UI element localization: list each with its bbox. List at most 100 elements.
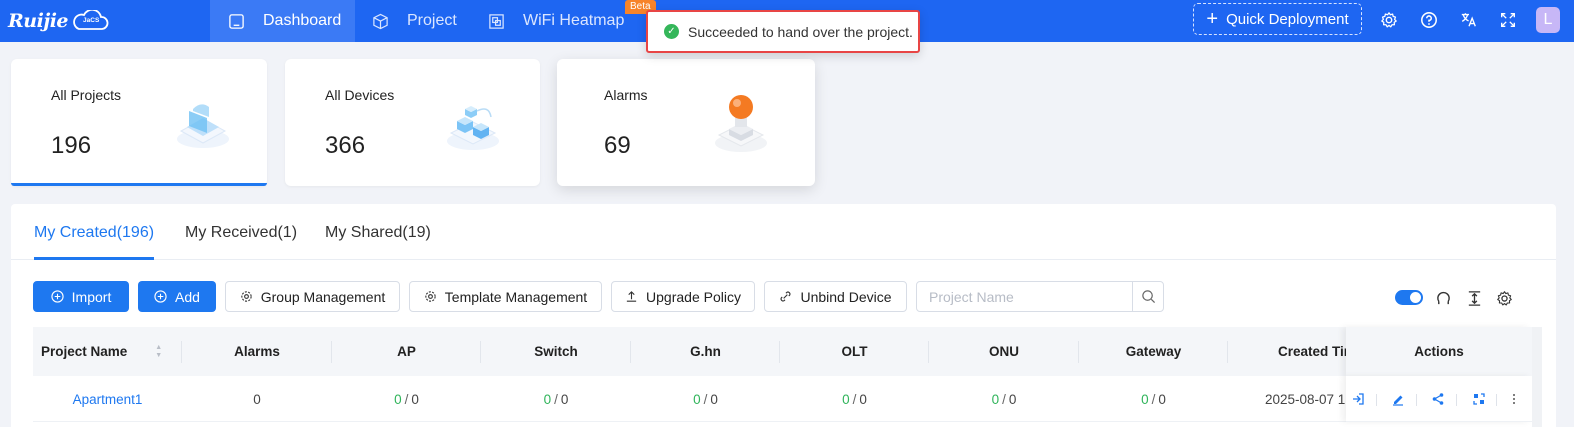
heatmap-icon (487, 12, 505, 30)
stat-card-all-devices[interactable]: All Devices 366 (285, 59, 540, 186)
nav-project-label: Project (407, 12, 457, 29)
language-icon[interactable] (1458, 9, 1480, 31)
table-header: Project Name ▲ ▼ Alarms AP Switch G.hn OL… (33, 327, 1532, 376)
ruijie-logo[interactable]: Ruijie JaCS (8, 6, 109, 36)
toast-message: Succeeded to hand over the project. (688, 23, 913, 40)
tab-my-shared[interactable]: My Shared(19) (325, 224, 431, 242)
stat-card-alarms[interactable]: Alarms 69 (557, 59, 815, 186)
stat-value: 196 (51, 132, 92, 159)
alarm-illustration-icon (705, 87, 779, 161)
upgrade-policy-button[interactable]: Upgrade Policy (611, 281, 755, 312)
add-label: Add (175, 288, 200, 305)
logo-text: Ruijie (8, 10, 69, 32)
unbind-device-button[interactable]: Unbind Device (764, 281, 907, 312)
gateway-online-count: 0 (1141, 391, 1149, 407)
dashboard-icon (227, 12, 245, 30)
stat-card-all-projects[interactable]: All Projects 196 (11, 59, 267, 186)
cube-icon (371, 12, 389, 30)
gear-icon (240, 290, 253, 303)
cell-onu: 0/0 (991, 391, 1017, 407)
plus-circle-icon (51, 290, 64, 303)
column-height-icon[interactable] (1464, 288, 1484, 308)
tab-my-received[interactable]: My Received(1) (185, 224, 297, 242)
stat-value: 69 (604, 132, 631, 159)
unbind-device-label: Unbind Device (800, 288, 892, 305)
column-label: Project Name (41, 344, 128, 359)
import-label: Import (71, 288, 112, 305)
handover-icon[interactable] (1471, 391, 1487, 407)
cell-gateway: 0/0 (1141, 391, 1166, 407)
sort-icon[interactable]: ▲ ▼ (155, 344, 162, 360)
view-toggle-switch[interactable] (1395, 290, 1423, 305)
cell-switch: 0/0 (543, 391, 569, 407)
action-divider (1376, 394, 1377, 406)
active-tab-indicator (34, 257, 154, 260)
cell-alarms: 0 (253, 391, 261, 407)
stat-title: Alarms (604, 87, 648, 103)
column-header-actions: Actions (1346, 327, 1532, 376)
vertical-scrollbar[interactable] (1532, 327, 1542, 427)
check-circle-icon: ✓ (664, 24, 679, 39)
gear-icon (424, 290, 437, 303)
project-search (916, 281, 1164, 312)
search-icon[interactable] (1132, 282, 1163, 311)
cell-actions (1346, 376, 1532, 422)
column-header-ghn: G.hn (631, 327, 780, 376)
project-search-input[interactable] (917, 282, 1132, 311)
unlink-icon (779, 290, 792, 303)
ap-total-count: 0 (411, 391, 419, 407)
action-divider (1416, 394, 1417, 406)
share-icon[interactable] (1430, 391, 1446, 407)
cell-project-name: Apartment1 (33, 376, 182, 422)
upload-icon (625, 290, 638, 303)
cell-ghn: 0/0 (693, 391, 718, 407)
table-settings-icon[interactable] (1494, 288, 1514, 308)
import-button[interactable]: Import (33, 281, 129, 312)
nav-wifi-heatmap-label: WiFi Heatmap (523, 12, 625, 29)
quick-deployment-button[interactable]: + Quick Deployment (1193, 3, 1362, 35)
column-header-ap: AP (332, 327, 481, 376)
tab-divider (11, 259, 1556, 260)
cell-olt: 0/0 (842, 391, 867, 407)
more-options-icon[interactable] (1506, 391, 1522, 407)
nav-project[interactable]: Project (371, 0, 457, 42)
table-row: Apartment1 0 0/0 0/0 0/0 0/0 0/0 0/0 202… (33, 376, 1532, 422)
success-toast: ✓ Succeeded to hand over the project. (646, 10, 920, 53)
column-header-onu: ONU (929, 327, 1079, 376)
logo-subtext: JaCS (83, 17, 100, 24)
cell-ap: 0/0 (394, 391, 419, 407)
stat-value: 366 (325, 132, 366, 159)
tab-my-created[interactable]: My Created(196) (34, 224, 154, 242)
user-avatar[interactable]: L (1536, 7, 1560, 33)
upgrade-policy-label: Upgrade Policy (646, 288, 741, 305)
settings-icon[interactable] (1378, 9, 1400, 31)
devices-illustration-icon (435, 87, 509, 161)
action-divider (1456, 394, 1457, 406)
column-header-project-name[interactable]: Project Name ▲ ▼ (33, 327, 182, 376)
column-header-gateway: Gateway (1079, 327, 1228, 376)
nav-wifi-heatmap[interactable]: WiFi Heatmap (487, 0, 624, 42)
refresh-icon[interactable] (1433, 288, 1453, 308)
projects-illustration-icon (163, 87, 237, 161)
olt-total-count: 0 (859, 391, 867, 407)
project-link[interactable]: Apartment1 (73, 392, 143, 407)
nav-dashboard-label: Dashboard (263, 12, 342, 29)
action-divider (1496, 394, 1497, 406)
nav-dashboard[interactable]: Dashboard (210, 0, 355, 42)
plus-circle-icon (154, 290, 167, 303)
ap-online-count: 0 (394, 391, 402, 407)
cloud-icon: JaCS (71, 8, 109, 32)
project-list-panel: My Created(196) My Received(1) My Shared… (11, 204, 1556, 427)
column-header-alarms: Alarms (182, 327, 332, 376)
switch-online-count: 0 (543, 391, 552, 407)
enter-project-icon[interactable] (1350, 391, 1366, 407)
fullscreen-icon[interactable] (1497, 9, 1519, 31)
group-management-button[interactable]: Group Management (225, 281, 400, 312)
help-icon[interactable] (1418, 9, 1440, 31)
template-management-label: Template Management (444, 288, 588, 305)
ghn-total-count: 0 (710, 391, 718, 407)
add-button[interactable]: Add (138, 281, 216, 312)
edit-icon[interactable] (1390, 391, 1406, 407)
plus-icon: + (1206, 8, 1219, 30)
template-management-button[interactable]: Template Management (409, 281, 602, 312)
